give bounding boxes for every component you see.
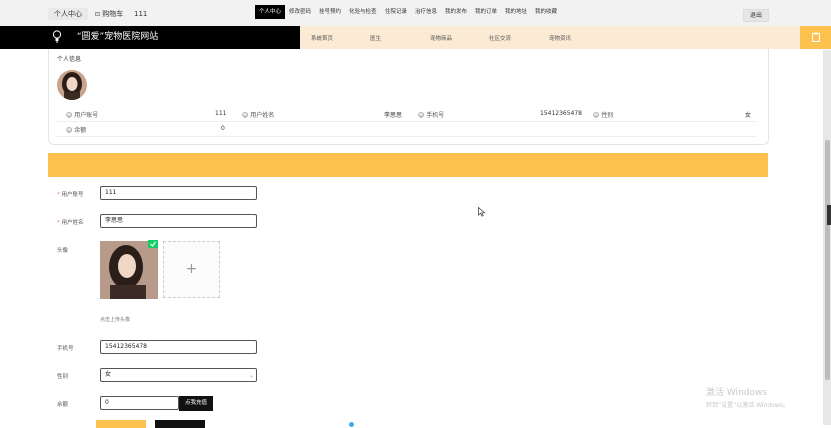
cart-icon: ⊡: [95, 11, 101, 18]
user-icon: ☺: [593, 112, 600, 119]
profile-value-gender: 女: [745, 112, 752, 119]
balance-input[interactable]: 0: [100, 396, 179, 410]
profile-card-title: 个人信息: [57, 56, 82, 63]
field-label: 性别: [601, 112, 614, 119]
profile-value-balance: 0: [221, 125, 225, 132]
field-label: 余额: [74, 127, 87, 134]
profile-value-name: 李思思: [384, 112, 403, 119]
tab-bar: [48, 153, 768, 177]
tab-treatment[interactable]: 治疗信息: [415, 7, 437, 15]
check-icon: [150, 241, 156, 247]
profile-field-balance: ☺ 余额: [66, 125, 86, 134]
user-icon: ☺: [242, 112, 249, 119]
profile-info-row: ☺ 用户账号 111 ☺ 用户姓名 李思思 ☺ 手机号 15412365478 …: [57, 107, 757, 122]
main-nav: 系统首页 医生 宠物商品 社区交流 宠物资讯: [300, 26, 800, 49]
submit-button[interactable]: [96, 420, 146, 428]
site-title: “圆爱”宠物医院网站: [76, 32, 159, 42]
tab-lab-tests[interactable]: 化验与检查: [349, 7, 377, 15]
profile-field-phone: ☺ 手机号: [418, 110, 444, 119]
avatar-upload-hint: 点击上传头像: [100, 317, 131, 323]
avatar-field-label: 头像: [57, 248, 69, 254]
phone-field-label: 手机号: [57, 346, 74, 352]
field-label: 用户账号: [74, 112, 99, 119]
cart-label: 购物车: [102, 10, 124, 18]
user-icon: ☺: [66, 112, 73, 119]
upload-add-button[interactable]: +: [163, 241, 220, 298]
logout-button[interactable]: 退出: [742, 9, 769, 22]
account-field-label: * 用户账号: [57, 192, 84, 198]
balance-field-label: 余额: [57, 402, 69, 408]
field-label: 手机号: [426, 112, 445, 119]
account-input[interactable]: 111: [100, 186, 257, 200]
watermark-line2: 转到“设置”以激活 Windows。: [706, 402, 789, 409]
chevron-down-icon: ⌄: [249, 372, 255, 379]
clipboard-icon: [811, 32, 820, 42]
gender-field-label: 性别: [57, 374, 69, 380]
field-label: 用户姓名: [250, 112, 275, 119]
tab-my-address[interactable]: 我的地址: [505, 7, 527, 15]
name-input[interactable]: 李思思: [100, 214, 257, 228]
cart-link[interactable]: ⊡ 购物车: [95, 8, 123, 21]
profile-field-gender: ☺ 性别: [593, 110, 613, 119]
plus-icon: +: [185, 261, 198, 277]
tab-personal-center[interactable]: 个人中心: [255, 5, 286, 19]
uploaded-avatar-image[interactable]: [100, 241, 158, 299]
nav-item-home[interactable]: 系统首页: [311, 34, 333, 42]
phone-input[interactable]: 15412365478: [100, 340, 257, 354]
lightbulb-icon: [52, 30, 62, 43]
tab-my-orders[interactable]: 我的订单: [475, 7, 497, 15]
nav-item-doctor[interactable]: 医生: [370, 34, 381, 42]
tab-hospital-records[interactable]: 住院记录: [385, 7, 407, 15]
windows-activation-watermark: 激活 Windows 转到“设置”以激活 Windows。: [706, 385, 789, 409]
user-icon: ☺: [418, 112, 425, 119]
nav-item-news[interactable]: 宠物资讯: [549, 34, 571, 42]
tab-my-favorites[interactable]: 我的收藏: [535, 7, 557, 15]
logout-form-button[interactable]: [155, 420, 205, 428]
nav-item-community[interactable]: 社区交流: [489, 34, 511, 42]
personal-center-link[interactable]: 个人中心: [48, 8, 88, 20]
watermark-line1: 激活 Windows: [706, 388, 768, 398]
side-float-button[interactable]: [800, 26, 831, 49]
recharge-button[interactable]: 点我充值: [179, 396, 213, 411]
tab-change-password[interactable]: 修改密码: [289, 7, 311, 15]
mouse-cursor-icon: [478, 207, 486, 217]
avatar: [57, 70, 87, 100]
profile-info-row: ☺ 余额 0: [57, 122, 757, 137]
profile-field-account: ☺ 用户账号: [66, 110, 98, 119]
username-text: 111: [134, 10, 148, 18]
profile-field-name: ☺ 用户姓名: [242, 110, 274, 119]
tab-appointment[interactable]: 挂号预约: [319, 7, 341, 15]
profile-value-account: 111: [215, 110, 227, 117]
scrollbar-marker: [827, 205, 831, 225]
upload-success-badge: [148, 240, 158, 248]
scrollbar-thumb[interactable]: [825, 140, 830, 380]
tab-my-posts[interactable]: 我的发布: [445, 7, 467, 15]
name-field-label: * 用户姓名: [57, 220, 84, 226]
profile-value-phone: 15412365478: [540, 110, 582, 117]
user-icon: ☺: [66, 127, 73, 134]
gender-select[interactable]: 女: [100, 368, 257, 382]
site-brand[interactable]: “圆爱”宠物医院网站: [52, 30, 158, 45]
nav-item-products[interactable]: 宠物商品: [430, 34, 452, 42]
